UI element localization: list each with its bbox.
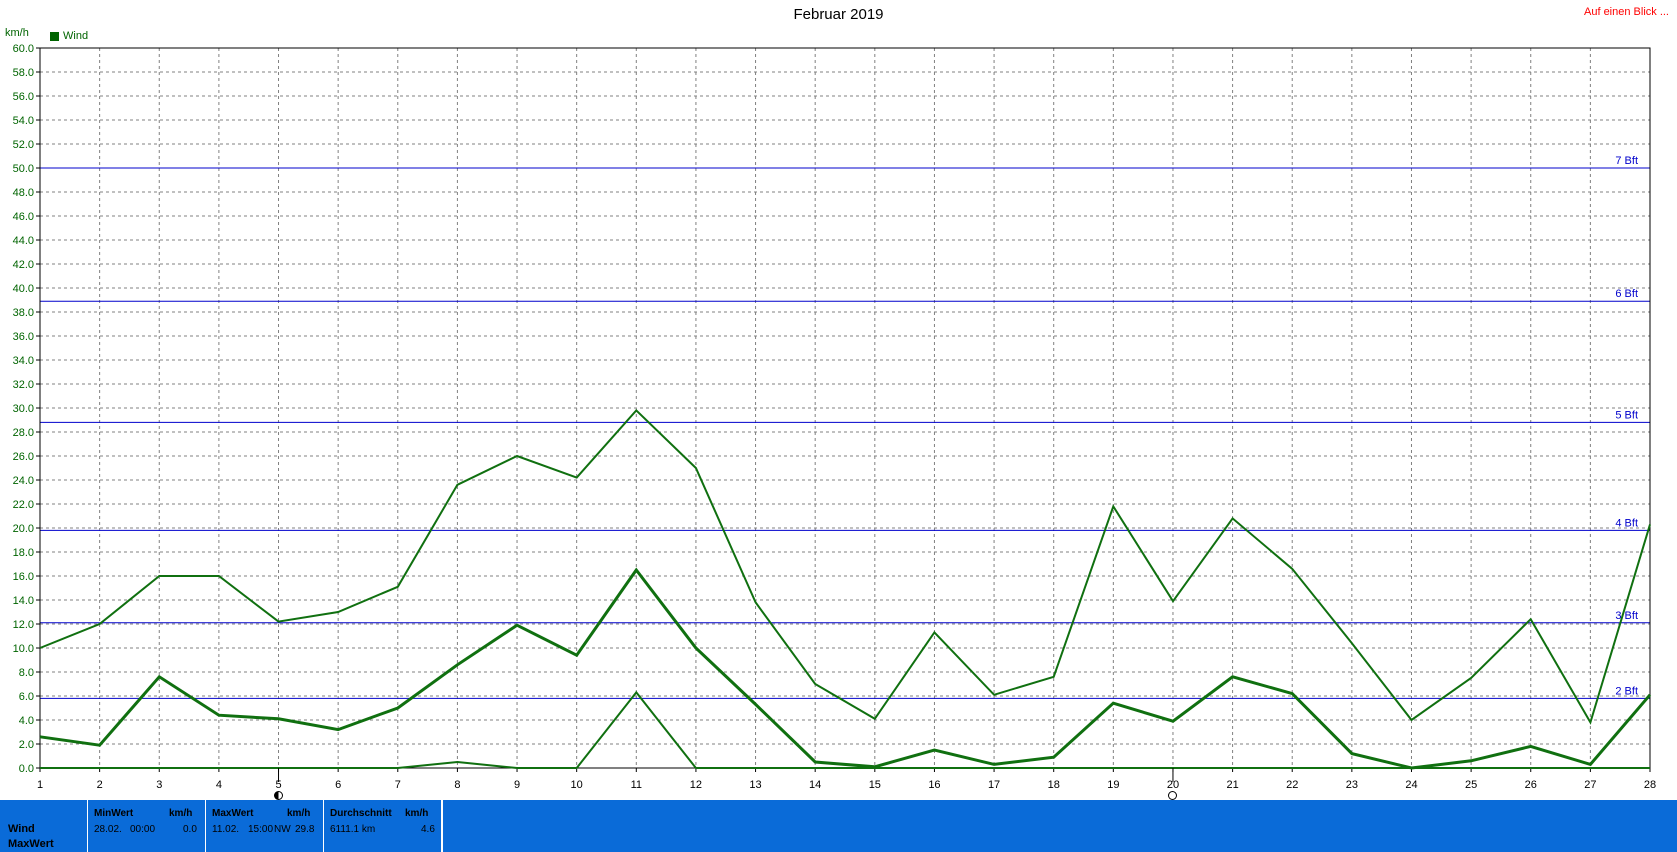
beaufort-label: 4 Bft xyxy=(1615,517,1638,529)
y-tick-label: 44.0 xyxy=(13,235,34,247)
max-direction: NW xyxy=(274,824,291,835)
y-tick-label: 58.0 xyxy=(13,67,34,79)
y-tick-label: 26.0 xyxy=(13,451,34,463)
x-tick-label: 16 xyxy=(928,779,940,791)
y-tick-label: 10.0 xyxy=(13,643,34,655)
min-date: 28.02. xyxy=(94,824,122,835)
x-tick-label: 25 xyxy=(1465,779,1477,791)
y-axis-unit: km/h xyxy=(5,27,29,39)
chart-title: Februar 2019 xyxy=(793,6,884,23)
series-line-min xyxy=(40,690,1650,769)
y-tick-label: 16.0 xyxy=(13,571,34,583)
x-tick-label: 1 xyxy=(37,779,43,791)
beaufort-label: 2 Bft xyxy=(1615,685,1638,697)
series-line-max xyxy=(39,408,1651,725)
y-tick-label: 22.0 xyxy=(13,499,34,511)
x-tick-label: 24 xyxy=(1405,779,1417,791)
x-tick-label: 19 xyxy=(1107,779,1119,791)
avg-unit: km/h xyxy=(405,808,429,819)
x-tick-label: 11 xyxy=(631,779,642,791)
y-tick-label: 34.0 xyxy=(13,355,34,367)
row-label-wind: Wind xyxy=(8,823,35,835)
panel-end xyxy=(441,800,443,852)
y-tick-label: 30.0 xyxy=(13,403,34,415)
beaufort-label: 6 Bft xyxy=(1615,288,1638,300)
x-tick-label: 8 xyxy=(454,779,460,791)
x-tick-label: 26 xyxy=(1525,779,1537,791)
legend-label-wind: Wind xyxy=(63,30,89,42)
x-tick-label: 13 xyxy=(749,779,761,791)
x-tick-label: 9 xyxy=(514,779,520,791)
max-header: MaxWert xyxy=(212,808,254,819)
y-tick-label: 20.0 xyxy=(13,523,34,535)
y-tick-label: 52.0 xyxy=(13,139,34,151)
y-tick-label: 50.0 xyxy=(13,163,34,175)
statistics-panel: Wind MaxWert MinWert km/h 28.02. 00:00 0… xyxy=(0,800,1677,852)
y-tick-label: 4.0 xyxy=(19,715,34,727)
beaufort-label: 3 Bft xyxy=(1615,610,1638,622)
avg-distance: 6111.1 km xyxy=(330,824,376,835)
y-tick-label: 32.0 xyxy=(13,379,34,391)
x-tick-label: 22 xyxy=(1286,779,1298,791)
min-time: 00:00 xyxy=(130,824,156,835)
x-tick-label: 4 xyxy=(216,779,222,791)
y-tick-label: 12.0 xyxy=(13,619,34,631)
x-tick-label: 12 xyxy=(690,779,702,791)
x-tick-label: 27 xyxy=(1584,779,1596,791)
x-tick-label: 7 xyxy=(395,779,401,791)
x-tick-label: 3 xyxy=(156,779,162,791)
panel-divider xyxy=(323,800,324,852)
y-tick-label: 6.0 xyxy=(19,691,34,703)
avg-value: 4.6 xyxy=(421,824,435,835)
wind-chart: 0.0 2.0 4.0 6.0 8.0 10.0 12.0 14.0 16.0 18.0 20.0 2… xyxy=(13,43,1657,791)
max-value: 29.8 xyxy=(295,824,315,835)
panel-divider xyxy=(205,800,206,852)
max-time: 15:00 xyxy=(248,824,274,835)
min-unit: km/h xyxy=(169,808,193,819)
y-tick-label: 28.0 xyxy=(13,427,34,439)
x-tick-label: 15 xyxy=(869,779,881,791)
beaufort-label: 7 Bft xyxy=(1615,155,1638,167)
y-tick-label: 56.0 xyxy=(13,91,34,103)
y-tick-label: 2.0 xyxy=(19,739,34,751)
row-label-maxwert: MaxWert xyxy=(8,838,54,850)
y-tick-label: 14.0 xyxy=(13,595,34,607)
x-tick-label: 14 xyxy=(809,779,821,791)
y-tick-label: 48.0 xyxy=(13,187,34,199)
y-tick-label: 0.0 xyxy=(19,763,34,775)
x-tick-label: 10 xyxy=(571,779,583,791)
y-tick-label: 18.0 xyxy=(13,547,34,559)
y-tick-label: 54.0 xyxy=(13,115,34,127)
y-tick-label: 24.0 xyxy=(13,475,34,487)
x-tick-label: 2 xyxy=(97,779,103,791)
panel-divider xyxy=(87,800,88,852)
x-tick-label: 28 xyxy=(1644,779,1656,791)
x-tick-label: 17 xyxy=(988,779,1000,791)
y-tick-label: 8.0 xyxy=(19,667,34,679)
max-date: 11.02. xyxy=(212,824,240,835)
x-tick-label: 23 xyxy=(1346,779,1358,791)
y-tick-label: 36.0 xyxy=(13,331,34,343)
y-tick-label: 40.0 xyxy=(13,283,34,295)
min-header: MinWert xyxy=(94,808,134,819)
y-tick-label: 38.0 xyxy=(13,307,34,319)
legend-swatch-wind xyxy=(50,31,59,41)
new-moon-icon xyxy=(274,791,284,800)
max-unit: km/h xyxy=(287,808,311,819)
y-tick-label: 60.0 xyxy=(13,43,34,55)
min-value: 0.0 xyxy=(183,824,197,835)
y-tick-label: 42.0 xyxy=(13,259,34,271)
y-tick-label: 46.0 xyxy=(13,211,34,223)
at-a-glance-link[interactable]: Auf einen Blick ... xyxy=(1584,6,1669,18)
beaufort-label: 5 Bft xyxy=(1615,409,1638,421)
legend: Wind xyxy=(50,30,88,42)
avg-header: Durchschnitt xyxy=(330,808,392,819)
x-tick-label: 21 xyxy=(1226,779,1238,791)
x-tick-label: 6 xyxy=(335,779,341,791)
x-tick-label: 18 xyxy=(1048,779,1060,791)
